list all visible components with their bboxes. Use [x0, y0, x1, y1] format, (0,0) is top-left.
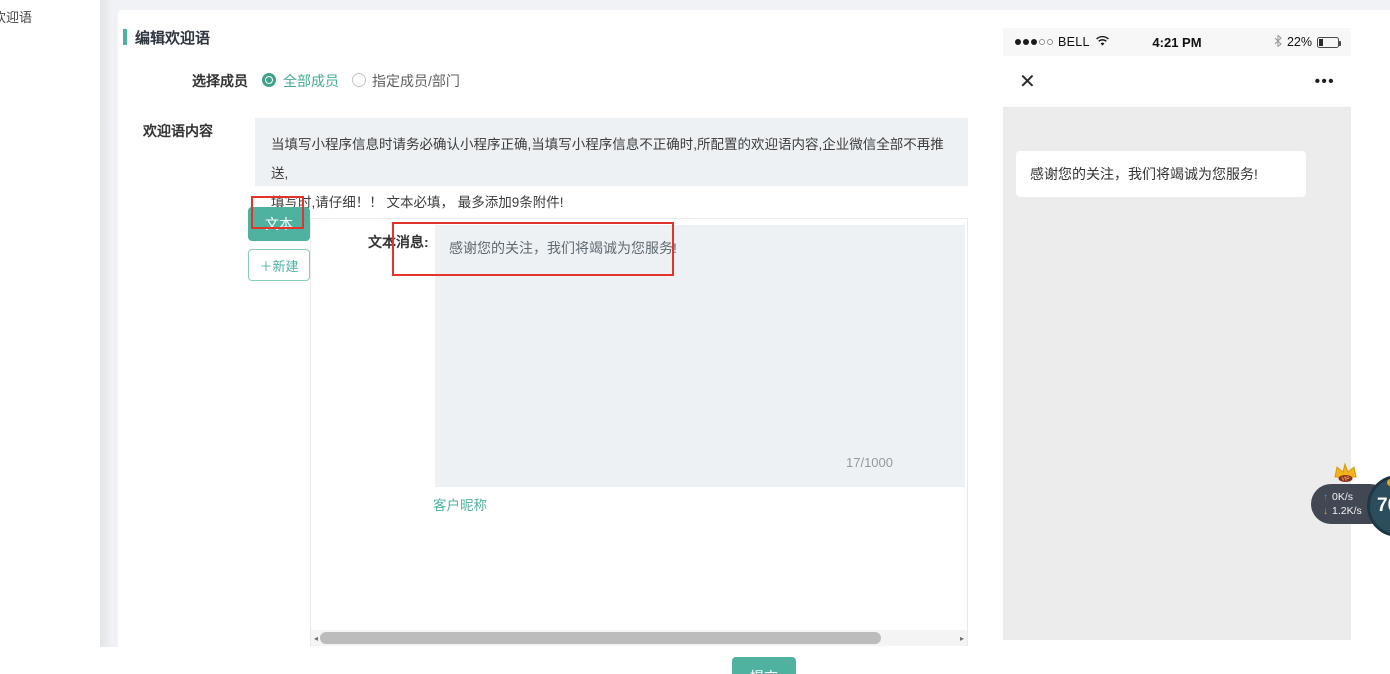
chat-preview-area: 感谢您的关注，我们将竭诚为您服务! [1003, 108, 1351, 640]
upload-speed: 0K/s [1332, 491, 1353, 503]
battery-percent: 22% [1287, 35, 1312, 49]
sidebar-item-welcome-message[interactable]: 欢迎语 [0, 7, 32, 26]
sidebar-shadow [100, 0, 118, 647]
notice-line2: 填写时,请仔细！！ 文本必填， 最多添加9条附件! [271, 188, 952, 217]
battery-icon [1317, 37, 1339, 48]
annotation-box-text-tab [251, 196, 304, 229]
submit-button[interactable]: 提交 [732, 657, 796, 674]
phone-nav-bar: ✕ ••• [1003, 56, 1351, 108]
page-title: 编辑欢迎语 [135, 27, 210, 48]
svg-text:VIP: VIP [1341, 477, 1350, 483]
radio-specific-members-label[interactable]: 指定成员/部门 [372, 71, 460, 91]
notice-line1: 当填写小程序信息时请务必确认小程序正确,当填写小程序信息不正确时,所配置的欢迎语… [271, 130, 952, 188]
radio-all-members[interactable] [262, 73, 276, 87]
section-accent-bar [123, 29, 127, 45]
download-speed: 1.2K/s [1332, 505, 1362, 517]
member-select-label: 选择成员 [192, 71, 248, 91]
phone-status-bar: 4:21 PM BELL 22% [1003, 28, 1351, 56]
radio-selected-dot [266, 77, 272, 83]
vip-crown-icon: VIP [1331, 462, 1359, 489]
footer-bar [0, 647, 1390, 674]
radio-all-members-label[interactable]: 全部成员 [283, 71, 339, 91]
char-counter: 17/1000 [790, 455, 893, 470]
close-icon[interactable]: ✕ [1019, 69, 1036, 94]
scrollbar-thumb[interactable] [320, 632, 881, 644]
gauge-score: 70 [1377, 495, 1390, 517]
scrollbar-right-arrow-icon[interactable]: ▸ [957, 630, 967, 646]
horizontal-scrollbar[interactable]: ◂ ▸ [311, 630, 967, 646]
welcome-message-bubble: 感谢您的关注，我们将竭诚为您服务! [1016, 151, 1306, 197]
upload-arrow-icon: ↑ [1323, 492, 1328, 503]
more-menu-icon[interactable]: ••• [1315, 73, 1335, 90]
bluetooth-icon [1274, 35, 1282, 50]
annotation-box-message [392, 222, 674, 276]
welcome-content-label: 欢迎语内容 [143, 121, 213, 141]
radio-specific-members[interactable] [352, 73, 366, 87]
phone-preview: 4:21 PM BELL 22% ✕ ••• 感谢您的关注，我们将竭诚为您服务! [1003, 18, 1351, 640]
download-arrow-icon: ↓ [1323, 506, 1328, 517]
notice-box: 当填写小程序信息时请务必确认小程序正确,当填写小程序信息不正确时,所配置的欢迎语… [255, 118, 968, 186]
left-sidebar: 欢迎语 [0, 0, 100, 674]
customer-nickname-link[interactable]: 客户昵称 [433, 494, 487, 514]
add-new-attachment-button[interactable]: ＋新建 [248, 249, 310, 281]
